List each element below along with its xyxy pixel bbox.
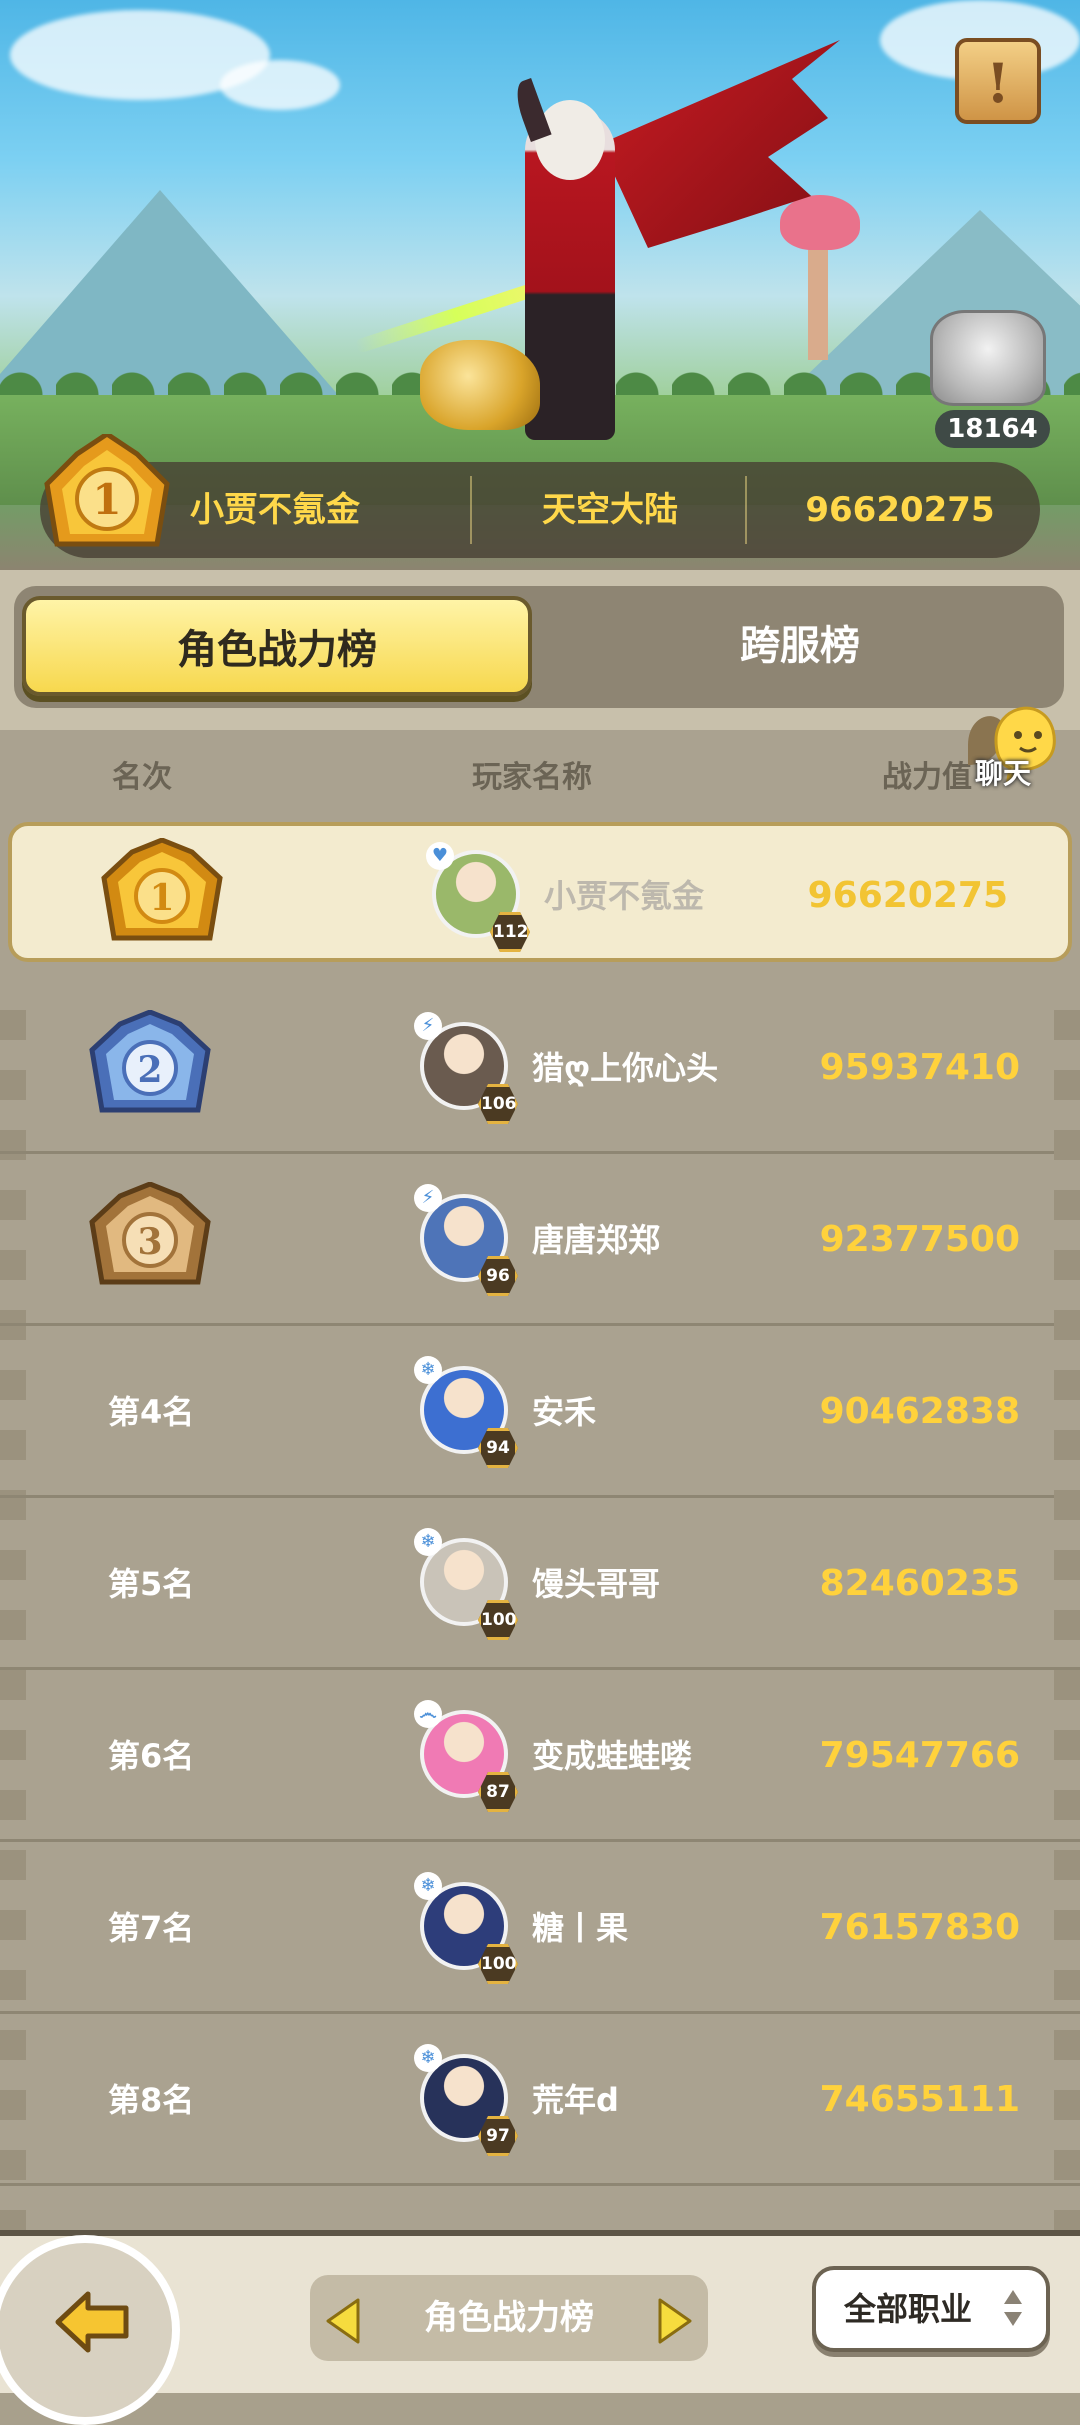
tab-character-power[interactable]: 角色战力榜 [22,596,532,696]
power-value: 90462838 [819,1391,1020,1432]
champion-bar: 小贾不氪金 天空大陆 96620275 [40,462,1040,558]
ranking-row[interactable]: 第5名 ❄ 100 馒头哥哥 82460235 [0,1498,1080,1670]
rank-label: 第5名 [108,1565,195,1603]
power-value: 82460235 [819,1563,1020,1604]
character-head [535,100,605,180]
champion-name: 小贾不氪金 [190,490,360,530]
tab-switcher: 角色战力榜 跨服榜 [14,586,1064,708]
ranking-row[interactable]: 3 ⚡ 96 唐唐郑郑 92377500 [0,1154,1080,1326]
chat-label[interactable]: 聊天 [975,752,1031,792]
column-header: 名次 玩家名称 战力值 [0,730,1080,810]
champion-server: 天空大陆 [542,490,678,530]
class-badge-icon: ⚡ [414,1184,442,1212]
player-name: 小贾不氪金 [544,877,705,915]
power-value: 96620275 [807,875,1008,916]
ranking-row[interactable]: 第7名 ❄ 100 糖丨果 76157830 [0,1842,1080,2014]
power-value: 95937410 [819,1047,1020,1088]
class-badge-icon: ❄ [414,1528,442,1556]
rank-label: 第7名 [108,1909,195,1947]
player-name: 唐唐郑郑 [532,1221,661,1259]
ranking-row[interactable]: 第6名 ෴ 87 变成蛙蛙喽 79547766 [0,1670,1080,1842]
back-arrow-icon[interactable] [54,2290,130,2354]
divider [745,476,747,544]
class-badge-icon: ❄ [414,1356,442,1384]
sort-icon [1004,2290,1022,2326]
class-badge-icon: ❄ [414,1872,442,1900]
power-value: 76157830 [819,1907,1020,1948]
player-name: 安禾 [532,1393,597,1431]
player-name: 馒头哥哥 [532,1565,661,1603]
ranking-row[interactable]: 第4名 ❄ 94 安禾 90462838 [0,1326,1080,1498]
ranking-row[interactable]: 2 ⚡ 106 猎ღ上你心头 95937410 [0,982,1080,1154]
class-badge-icon: ⚡ [414,1012,442,1040]
champion-power: 96620275 [805,490,995,530]
class-badge-icon: ❄ [414,2044,442,2072]
player-name: 荒年d [532,2081,619,2119]
balloon-creature [780,195,860,250]
class-badge-icon: ෴ [414,1700,442,1728]
champion-rank-number: 1 [92,475,121,524]
player-name: 糖丨果 [532,1909,629,1947]
rank-medal-bronze-icon: 3 [89,1182,211,1285]
column-rank: 名次 [112,760,172,795]
job-filter-label: 全部职业 [844,2290,973,2328]
trophy-icon[interactable] [930,310,1046,406]
notice-button[interactable]: ! [955,38,1041,124]
rank-number: 3 [137,1221,162,1263]
rank-number: 1 [149,877,174,919]
tabs-area: 角色战力榜 跨服榜 [0,570,1080,730]
ranking-row[interactable]: 1 ♥ 112 小贾不氪金 96620275 [8,822,1072,962]
tab-cross-server[interactable]: 跨服榜 [544,596,1056,696]
rank-label: 第6名 [108,1737,195,1775]
divider [470,476,472,544]
rank-medal-silver-icon: 2 [89,1010,211,1113]
power-value: 74655111 [819,2079,1020,2120]
ranking-list[interactable]: 名次 玩家名称 战力值 1 ♥ 112 小贾不氪金 96620275 2 ⚡ 106 猎ღ上你心… [0,730,1080,2230]
ranking-type-label: 角色战力榜 [424,2298,594,2338]
rank-number: 2 [137,1049,162,1091]
rank-label: 第8名 [108,2081,195,2119]
power-value: 79547766 [819,1735,1020,1776]
champion-crown-icon: 1 [44,434,170,547]
player-name: 猎ღ上你心头 [532,1049,719,1087]
trophy-count: 18164 [935,410,1050,448]
rank-medal-gold-icon: 1 [101,838,223,941]
class-badge-icon: ♥ [426,842,454,870]
golden-pet [420,340,540,430]
job-filter-dropdown[interactable]: 全部职业 [812,2266,1050,2352]
rank-label: 第4名 [108,1393,195,1431]
power-value: 92377500 [819,1219,1020,1260]
next-arrow-icon[interactable] [656,2296,696,2346]
ranking-row[interactable]: 第8名 ❄ 97 荒年d 74655111 [0,2014,1080,2186]
cloud [220,60,340,110]
column-player: 玩家名称 [472,760,592,795]
prev-arrow-icon[interactable] [322,2296,362,2346]
balloon-pole [808,250,828,360]
player-name: 变成蛙蛙喽 [532,1737,693,1775]
